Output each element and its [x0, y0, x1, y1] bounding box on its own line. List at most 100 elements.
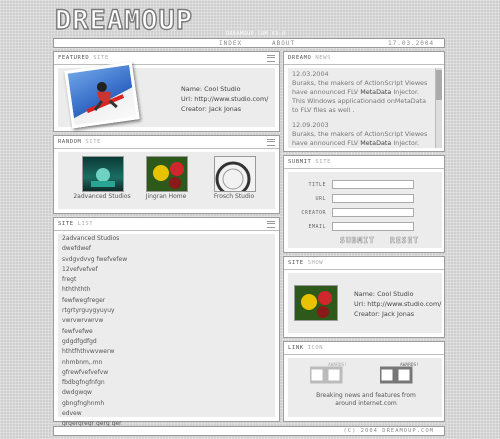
- link-heading: link: [288, 345, 304, 351]
- nav-about-link[interactable]: about: [272, 39, 295, 48]
- featured-heading: featured: [58, 55, 90, 61]
- title-row: title: [288, 180, 414, 189]
- link-heading-sub: icon: [307, 345, 324, 351]
- submit-heading-sub: site: [315, 159, 332, 165]
- creator-input[interactable]: [332, 208, 414, 217]
- top-nav-bar: index about 17.03.2004: [53, 38, 445, 48]
- featured-info: Name: Cool Studio Url: http://www.studio…: [181, 84, 268, 114]
- current-date: 17.03.2004: [388, 40, 435, 47]
- award-label: awards!: [328, 363, 347, 368]
- siteshow-heading-sub: show: [307, 260, 324, 266]
- list-item[interactable]: fregt: [62, 275, 271, 285]
- list-item[interactable]: nhmbnm,.mn: [62, 358, 271, 368]
- flower-image: [153, 162, 184, 189]
- list-item[interactable]: dwefdwef: [62, 244, 271, 254]
- nav-index-link[interactable]: index: [219, 39, 242, 48]
- random-heading: random: [58, 139, 82, 145]
- link-icon-panel: link icon awards! awards! Breaking news …: [283, 341, 445, 422]
- random-heading-sub: site: [85, 139, 102, 145]
- random-caption[interactable]: Frosch Studio: [194, 193, 274, 200]
- award-label: awards!: [400, 363, 419, 368]
- featured-url-link[interactable]: http://www.studio.com/: [194, 95, 268, 103]
- news-scroll-thumb[interactable]: [436, 70, 442, 100]
- list-item[interactable]: gfrewfvefvefvw: [62, 368, 271, 378]
- site-list: 2advanced Studios dwefdwef svdgvdvvg fwe…: [58, 234, 275, 427]
- featured-site-header: featured site: [54, 52, 279, 65]
- creator-label: creator: [301, 209, 326, 216]
- news-heading: dreamo: [288, 55, 312, 61]
- news-bold: MetaData: [360, 88, 392, 96]
- random-site-header: random site: [54, 136, 279, 149]
- list-item[interactable]: hthtfhthvwvwerw: [62, 347, 271, 357]
- siteshow-creator: Jack Jonas: [381, 310, 415, 318]
- list-item[interactable]: dwdgwqw: [62, 388, 271, 398]
- featured-url-label: Url:: [181, 95, 193, 103]
- news-item: 12.03.2004 Buraks, the makers of ActionS…: [292, 70, 434, 115]
- list-item[interactable]: gdgdfgdfgd: [62, 337, 271, 347]
- submit-button[interactable]: submit: [340, 236, 375, 246]
- logo-tagline: dreamoup.com v3.0: [226, 31, 286, 37]
- site-show-thumb[interactable]: [294, 285, 338, 321]
- siteshow-url-label: Url:: [354, 300, 366, 308]
- award-badge-dark-icon[interactable]: awards!: [378, 363, 424, 386]
- sitelist-heading: site: [58, 221, 74, 227]
- url-row: url: [288, 194, 414, 203]
- news-scrollbar[interactable]: [435, 68, 442, 148]
- news-inner: 12.03.2004 Buraks, the makers of ActionS…: [288, 68, 438, 148]
- news-bold: MetaData: [360, 139, 392, 147]
- title-input[interactable]: [332, 180, 414, 189]
- site-show-inner: Name: Cool Studio Url: http://www.studio…: [288, 273, 442, 333]
- sitelist-heading-sub: list: [77, 221, 94, 227]
- featured-creator: Jack Jonas: [208, 105, 242, 113]
- snowboarder-image: [86, 81, 125, 114]
- url-label: url: [315, 195, 326, 202]
- site-list-header: site list: [54, 218, 279, 231]
- wheel-image: [215, 161, 251, 191]
- random-thumb-jingran[interactable]: [146, 156, 188, 192]
- random-thumb-frosch[interactable]: [214, 156, 256, 192]
- creator-row: creator: [288, 208, 414, 217]
- award-badge-light-icon[interactable]: awards!: [308, 363, 350, 386]
- title-label: title: [308, 181, 326, 188]
- list-item[interactable]: edvew: [62, 409, 271, 419]
- featured-site-panel: featured site Name: Cool Studio Url: htt…: [53, 51, 280, 132]
- featured-creator-label: Creator:: [181, 105, 207, 113]
- footer-bar: (c) 2004 dreamoup.com: [53, 426, 445, 436]
- submit-heading: submit: [288, 159, 312, 165]
- site-show-panel: site show Name: Cool Studio Url: http://…: [283, 256, 445, 338]
- robot-image: [91, 168, 115, 187]
- list-item[interactable]: gbngfnghnmh: [62, 399, 271, 409]
- list-item[interactable]: svdgvdvvg fwefvefew: [62, 255, 271, 265]
- site-show-header: site show: [284, 257, 444, 270]
- site-logo[interactable]: DreamOup: [54, 5, 194, 36]
- news-date: 12.09.2003: [292, 121, 329, 129]
- reset-button[interactable]: reset: [390, 236, 419, 246]
- list-item[interactable]: 2advanced Studios: [62, 234, 271, 244]
- random-site-panel: random site 2advanced Studios Jingran Ho…: [53, 135, 280, 214]
- featured-name-label: Name:: [181, 85, 203, 93]
- flower-image: [301, 291, 332, 318]
- submit-inner: title url creator email submit reset: [288, 172, 442, 248]
- list-item[interactable]: rtgrtyrguygyuyuy: [62, 306, 271, 316]
- random-thumb-2advanced[interactable]: [82, 156, 124, 192]
- list-item[interactable]: fbdbgfngfnfgn: [62, 378, 271, 388]
- logo-text: DreamOup: [54, 5, 194, 36]
- siteshow-creator-label: Creator:: [354, 310, 380, 318]
- menu-lines-icon: [267, 221, 275, 228]
- featured-screenshot[interactable]: [64, 61, 140, 129]
- list-item[interactable]: vwrvwrvwrvw: [62, 316, 271, 326]
- news-date: 12.03.2004: [292, 70, 329, 78]
- list-item[interactable]: fewfwegfreger: [62, 296, 271, 306]
- email-input[interactable]: [332, 222, 414, 231]
- list-item[interactable]: 12vefvefvef: [62, 265, 271, 275]
- list-item[interactable]: fewfvefwe: [62, 327, 271, 337]
- url-input[interactable]: [332, 194, 414, 203]
- news-header: dreamo news: [284, 52, 444, 65]
- siteshow-url-link[interactable]: http://www.studio.com/: [367, 300, 441, 308]
- menu-lines-icon: [267, 139, 275, 146]
- siteshow-heading: site: [288, 260, 304, 266]
- siteshow-name: Cool Studio: [377, 290, 414, 298]
- news-list: 12.03.2004 Buraks, the makers of ActionS…: [288, 68, 438, 148]
- link-description: Breaking news and features from around i…: [316, 392, 416, 407]
- list-item[interactable]: hthththth: [62, 285, 271, 295]
